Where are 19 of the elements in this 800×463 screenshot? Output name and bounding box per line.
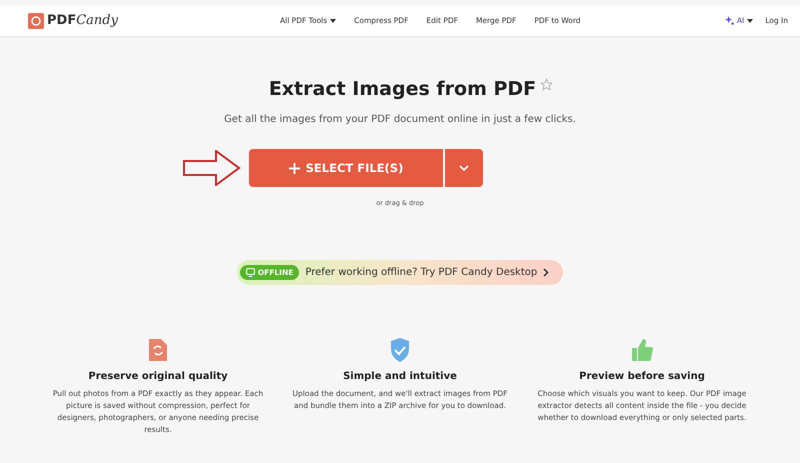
star-icon[interactable] xyxy=(540,78,554,91)
feature-title: Preserve original quality xyxy=(88,371,228,382)
subtitle: Get all the images from your PDF document online in just a few clicks. xyxy=(224,114,576,125)
sparkle-icon xyxy=(724,16,734,25)
chevron-right-icon xyxy=(543,268,550,277)
logo-icon xyxy=(28,12,44,28)
chevron-down-icon xyxy=(459,165,469,171)
caret-icon xyxy=(330,18,336,22)
arrow-icon xyxy=(183,150,241,186)
select-files-button[interactable]: SELECT FILE(S) xyxy=(249,149,443,187)
plus-icon xyxy=(288,162,300,174)
page-title: Extract Images from PDF xyxy=(268,78,536,100)
logo-text[interactable]: PDFCandy xyxy=(47,13,118,28)
monitor-icon xyxy=(246,268,255,277)
feature-title: Simple and intuitive xyxy=(343,371,457,382)
dropdown-button[interactable] xyxy=(445,149,483,187)
banner-text: Prefer working offline? Try PDF Candy Desktop xyxy=(305,267,538,278)
caret-icon xyxy=(747,18,754,22)
feature-title: Preview before saving xyxy=(579,371,705,382)
